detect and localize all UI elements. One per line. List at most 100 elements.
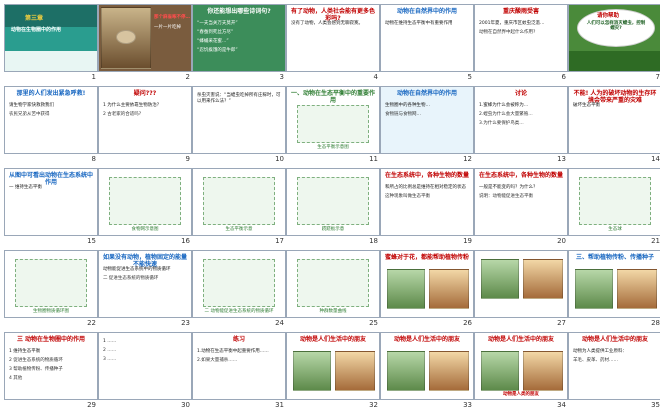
slide-body-line: 种群数量曲线 [319, 308, 347, 314]
slide-thumbnail[interactable]: 请你帮助 人们可以怎样消灭蝗虫，控制蝗灾? [568, 4, 660, 72]
slide-number: 16 [181, 237, 190, 245]
slide-number: 15 [87, 237, 96, 245]
slide-thumbnail[interactable]: 你还能想出哪些诗词句? “一夫当关万夫莫开” “春蚕到死丝方尽” “蜂蛹采花蜜…” “忍… [192, 4, 286, 72]
slide-number: 13 [557, 155, 566, 163]
diagram-graphic [203, 177, 275, 225]
slide-body-line: 动物在维持生态平衡中有重要作用 [385, 21, 453, 26]
slide-cell: 二 动物能促进生态系统的物质循环 24 [192, 250, 286, 332]
slide-thumbnail[interactable]: 重庆酸雨受害 2001年夏，重庆市区蚊虫泛滥… 动物在自然界中起什么作用? [474, 4, 568, 72]
slide-thumbnail[interactable]: 不能! 人为的破坏动物的生存环境会带来严重的灾难 破坏生态平衡 [568, 86, 660, 154]
slide-body-line: 农民兄弟从苦中获得 [9, 112, 50, 117]
slide-title: 动物在自然界中的作用 [396, 90, 457, 97]
slide-cell: 食物网示意图 16 [98, 168, 192, 250]
slide-title: 一、动物在生态平衡中的重要作用 [290, 90, 375, 105]
slide-thumbnail[interactable]: 动物是人们生活中的朋友 动物为人类提供工业原料： 羊毛、皮革、药材…… [568, 332, 660, 400]
diagram-graphic [109, 177, 181, 225]
slide-thumbnail[interactable]: 一、动物在生态平衡中的重要作用生态平衡示意图 [286, 86, 380, 154]
slide-cell: 蜜蜂对于花，都能帮助植物传粉 26 [380, 250, 474, 332]
slide-thumbnail[interactable]: 从图中可看出动物在生态系统中作用一 维持生态平衡 [4, 168, 98, 236]
slide-number: 34 [557, 401, 566, 409]
slide-number: 7 [655, 73, 660, 81]
slide-body-line: 一般是不能变的吗？为什么？ [479, 185, 538, 190]
slide-body-line: “忍饥挨饿的是牛郎” [197, 48, 238, 53]
slide-thumbnail[interactable]: 在生态系统中，各种生物的数量 一般是不能变的吗？为什么？ 说明：动物能促进生态平衡 [474, 168, 568, 236]
slide-body-line: 生态平衡示意 [225, 226, 253, 232]
slide-body-line: 3 帮助植物传粉、传播种子 [9, 367, 63, 372]
slide-cell: 重庆酸雨受害 2001年夏，重庆市区蚊虫泛滥… 动物在自然界中起什么作用? 6 [474, 4, 568, 86]
slide-thumbnail[interactable]: 动物是人们生活中的朋友 [380, 332, 474, 400]
slide-thumbnail[interactable]: 那里的人们发出紧急呼救! 请生物学家快救救我们 农民兄弟从苦中获得 [4, 86, 98, 154]
slide-thumbnail[interactable]: 三、帮助植物传粉、传播种子 [568, 250, 660, 318]
slide-body-line: 羊毛、皮革、药材…… [573, 358, 618, 363]
slide-cell: 不能! 人为的破坏动物的生存环境会带来严重的灾难 破坏生态平衡 14 [568, 86, 660, 168]
slide-body-line: 1 …… [103, 339, 117, 344]
slide-title: 重庆酸雨受害 [502, 8, 539, 15]
slide-thumbnail[interactable]: 三 动物在生物圈中的作用 1 维持生态平衡 2 促进生态系统的物质循环 3 帮助植物传… [4, 332, 98, 400]
slide-thumbnail[interactable]: 生态球 [568, 168, 660, 236]
slide-thumbnail[interactable]: 生物圈物质循环图 [4, 250, 98, 318]
slide-title: 那里的人们发出紧急呼救! [16, 90, 86, 97]
slide-thumbnail[interactable]: 1 …… 2 …… 3 …… [98, 332, 192, 400]
slide-number: 27 [557, 319, 566, 327]
slide-body-line: 3.为什么要保护鸟类… [479, 121, 524, 126]
slide-number: 11 [369, 155, 378, 163]
slide-thumbnail[interactable]: 第三章 动物在生物圈中的作用 [4, 4, 98, 72]
slide-number: 12 [463, 155, 472, 163]
slide-thumbnail[interactable]: 在生态系统中，各种生物的数量 和所占的比例总是维持在相对稳定的状态 这种现象叫做生态… [380, 168, 474, 236]
slide-thumbnail[interactable]: 那个麻雀啄不停… 一片一片吃掉 [98, 4, 192, 72]
slide-cell: 三 动物在生物圈中的作用 1 维持生态平衡 2 促进生态系统的物质循环 3 帮助植物传… [4, 332, 98, 414]
slide-title: 在生态系统中，各种生物的数量 [478, 172, 563, 179]
slide-thumbnail[interactable]: 有了动物，人类社会能有更多色彩吗? 没有了动物，人类会感到无聊寂寞。 [286, 4, 380, 72]
slide-thumbnail[interactable]: 蜜蜂对于花，都能帮助植物传粉 [380, 250, 474, 318]
slide-thumbnail[interactable]: 跷跷板示意 [286, 168, 380, 236]
slide-thumbnail[interactable]: 疑问??? 1 为什么主要依靠生物防治？ 2 古老家的合适吗? [98, 86, 192, 154]
slide-body-line: 生态平衡示意图 [317, 144, 349, 150]
slide-body-line: 这种现象叫做生态平衡 [385, 194, 430, 199]
photo-image [387, 269, 425, 309]
photo-image [335, 351, 375, 391]
photo-image [481, 351, 519, 391]
slide-cell: 动物是人们生活中的朋友 动物为人类提供工业原料： 羊毛、皮革、药材…… 35 [568, 332, 660, 414]
slide-thumbnail[interactable]: 动物是人们生活中的朋友 [286, 332, 380, 400]
slide-number: 19 [463, 237, 472, 245]
slide-body-line: 人们可以怎样消灭蝗虫，控制蝗灾? [586, 21, 646, 32]
slide-body-line: 1.蜜蜂为什么会被称为… [479, 103, 529, 108]
slide-thumbnail[interactable] [474, 250, 568, 318]
slide-cell: 那个麻雀啄不停… 一片一片吃掉 2 [98, 4, 192, 86]
slide-thumbnail[interactable]: 食物网示意图 [98, 168, 192, 236]
slide-cell: 动物是人们生活中的朋友 33 [380, 332, 474, 414]
slide-thumbnail[interactable]: 二 动物能促进生态系统的物质循环 [192, 250, 286, 318]
slide-thumbnail[interactable]: 动物在自然界中的作用 动物在维持生态平衡中有重要作用 [380, 4, 474, 72]
slide-thumbnail[interactable]: 动物是人们生活中的朋友 动物是人类的朋友 [474, 332, 568, 400]
slide-body-line: 1 为什么主要依靠生物防治？ [103, 103, 162, 108]
diagram-graphic [15, 259, 87, 307]
slide-thumbnail[interactable]: 如果没有动物，植物固定的能量不能快速 动物能促进生态系统中的物质循环二 促进生态系… [98, 250, 192, 318]
slide-title: 动物是人们生活中的朋友 [393, 336, 460, 343]
slide-title: 练习 [232, 336, 245, 343]
slide-thumbnail[interactable]: 杀虫灭害说：“当蝗虫吃掉所有庄稼时，可以用来作么法？” [192, 86, 286, 154]
slide-thumbnail[interactable]: 讨论 1.蜜蜂为什么会被称为… 2.蝗虫为什么会大量繁殖… 3.为什么要保护鸟类… [474, 86, 568, 154]
slide-thumbnail[interactable]: 种群数量曲线 [286, 250, 380, 318]
slide-thumbnail[interactable]: 练习 1.动物在生态平衡中起重要作用…… 2.如果大量捕杀…… [192, 332, 286, 400]
slide-thumbnail[interactable]: 动物在自然界中的作用 生物圈中的各种生物… 食物链与食物网… [380, 86, 474, 154]
slide-title: 第三章 [25, 15, 44, 22]
slide-number: 22 [87, 319, 96, 327]
slide-number: 8 [91, 155, 96, 163]
slide-body-line: 2 古老家的合适吗? [103, 112, 142, 117]
slide-number: 31 [275, 401, 284, 409]
slide-body-line: 破坏生态平衡 [573, 103, 600, 108]
slide-number: 21 [651, 237, 660, 245]
slide-thumbnail[interactable]: 生态平衡示意 [192, 168, 286, 236]
slide-body-line: 生态球 [608, 226, 622, 232]
slide-number: 25 [369, 319, 378, 327]
slide-body-line: “蜂蛹采花蜜…” [197, 39, 229, 44]
slide-cell: 你还能想出哪些诗词句? “一夫当关万夫莫开” “春蚕到死丝方尽” “蜂蛹采花蜜…” “忍… [192, 4, 286, 86]
photo-image [429, 351, 469, 391]
slide-number: 35 [651, 401, 660, 409]
slide-number: 23 [181, 319, 190, 327]
slide-cell: 跷跷板示意 18 [286, 168, 380, 250]
slide-number: 1 [91, 73, 96, 81]
slide-body-line: 动物在自然界中起什么作用? [479, 30, 536, 35]
slide-number: 5 [467, 73, 472, 81]
slide-body-line: 食物链与食物网… [385, 112, 421, 117]
